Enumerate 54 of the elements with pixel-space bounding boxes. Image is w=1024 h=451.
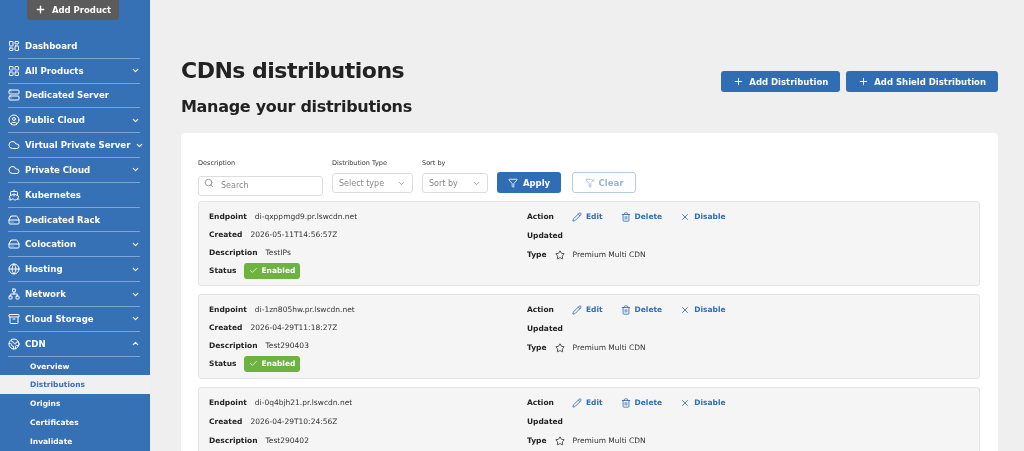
earth-icon: [8, 337, 20, 350]
search-field[interactable]: Search: [198, 175, 323, 196]
archive-icon: [8, 312, 20, 325]
apply-button[interactable]: Apply: [497, 172, 561, 193]
plus-icon: [858, 76, 870, 87]
check-icon: [249, 359, 259, 369]
filter-icon: [507, 177, 518, 188]
plus-icon: [34, 4, 46, 16]
sort-select[interactable]: Sort by: [422, 173, 488, 193]
nav-item[interactable]: Network: [8, 282, 140, 307]
drive-icon: [8, 238, 20, 251]
type-select[interactable]: Select type: [332, 173, 413, 193]
nav-item[interactable]: Cloud Storage: [8, 306, 140, 332]
search-icon: [204, 178, 214, 188]
trash-icon: [620, 211, 631, 222]
filter-icon: [584, 177, 595, 188]
user-icon: [8, 114, 20, 127]
network-icon: [8, 288, 20, 301]
server-icon: [8, 89, 20, 102]
nav-item[interactable]: Virtual Private Server: [8, 133, 140, 158]
cloud-icon: [8, 139, 20, 152]
star-icon: [554, 342, 565, 353]
pencil-icon: [571, 211, 582, 222]
nav-item[interactable]: Private Cloud: [8, 158, 140, 183]
pencil-icon: [571, 397, 582, 408]
plus-icon: [733, 76, 745, 87]
grid-icon: [8, 64, 20, 77]
nav-item[interactable]: Dedicated Rack: [8, 207, 140, 233]
add-product-button[interactable]: Add Product: [26, 0, 120, 20]
star-icon: [554, 249, 565, 260]
close-icon: [680, 211, 691, 222]
nav-item[interactable]: Dedicated Server: [8, 83, 140, 109]
close-icon: [680, 304, 691, 315]
nav-item[interactable]: Hosting: [8, 257, 140, 283]
add-button[interactable]: Add Distribution: [721, 71, 841, 92]
nav-item[interactable]: Kubernetes: [8, 182, 140, 208]
page-title: CDNs distributions: [181, 58, 406, 83]
nav-item[interactable]: CDN: [8, 331, 140, 357]
check-icon: [249, 266, 259, 276]
globe-icon: [8, 263, 20, 276]
nav-item[interactable]: Public Cloud: [8, 108, 140, 134]
cloud-icon: [8, 163, 20, 176]
trash-icon: [620, 304, 631, 315]
nav-item[interactable]: All Products: [8, 58, 140, 84]
close-icon: [680, 397, 691, 408]
trash-icon: [620, 397, 631, 408]
nav-item[interactable]: Colocation: [8, 232, 140, 258]
pencil-icon: [571, 304, 582, 315]
page-subtitle: Manage your distributions: [181, 97, 412, 116]
drive-icon: [8, 213, 20, 226]
add-button[interactable]: Add Shield Distribution: [846, 71, 998, 92]
dashboard-icon: [8, 39, 20, 52]
star-icon: [554, 435, 565, 446]
nav-item[interactable]: Dashboard: [8, 33, 140, 59]
